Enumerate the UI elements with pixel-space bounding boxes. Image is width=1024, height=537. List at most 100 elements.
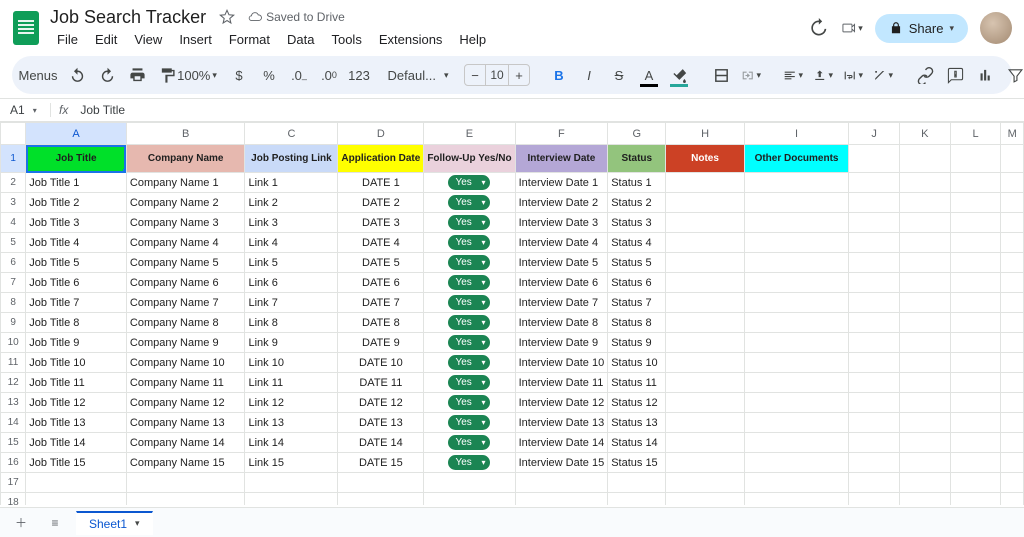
cell-K18[interactable] [899,493,950,506]
header-cell-K[interactable] [899,145,950,173]
column-header-L[interactable]: L [950,123,1001,145]
cell-D4[interactable]: DATE 3 [338,213,424,233]
cell-H18[interactable] [666,493,744,506]
cell-D3[interactable]: DATE 2 [338,193,424,213]
cell-H11[interactable] [666,353,744,373]
cell-K10[interactable] [899,333,950,353]
header-cell-A[interactable]: Job Title [26,145,127,173]
cell-K15[interactable] [899,433,950,453]
header-cell-D[interactable]: Application Date [338,145,424,173]
cell-G4[interactable]: Status 3 [608,213,666,233]
star-icon[interactable] [216,6,238,28]
cell-D15[interactable]: DATE 14 [338,433,424,453]
cell-F11[interactable]: Interview Date 10 [515,353,608,373]
cell-A6[interactable]: Job Title 5 [26,253,127,273]
cell-G10[interactable]: Status 9 [608,333,666,353]
cell-G16[interactable]: Status 15 [608,453,666,473]
row-header-11[interactable]: 11 [1,353,26,373]
cell-J8[interactable] [849,293,899,313]
row-header-12[interactable]: 12 [1,373,26,393]
cell-I7[interactable] [744,273,849,293]
cell-M7[interactable] [1001,273,1024,293]
cell-D9[interactable]: DATE 8 [338,313,424,333]
cell-M2[interactable] [1001,173,1024,193]
cell-H3[interactable] [666,193,744,213]
cell-L14[interactable] [950,413,1001,433]
cell-C4[interactable]: Link 3 [245,213,338,233]
all-sheets-button[interactable]: ≡ [42,512,68,534]
cell-E18[interactable] [424,493,515,506]
header-cell-H[interactable]: Notes [666,145,744,173]
font-family-dropdown[interactable]: Defaul...▾ [388,62,448,88]
cell-C3[interactable]: Link 2 [245,193,338,213]
cell-B17[interactable] [126,473,245,493]
cell-C11[interactable]: Link 10 [245,353,338,373]
cell-L5[interactable] [950,233,1001,253]
cell-B16[interactable]: Company Name 15 [126,453,245,473]
row-header-14[interactable]: 14 [1,413,26,433]
cell-M17[interactable] [1001,473,1024,493]
cell-K6[interactable] [899,253,950,273]
cell-I16[interactable] [744,453,849,473]
cell-B15[interactable]: Company Name 14 [126,433,245,453]
cell-K11[interactable] [899,353,950,373]
cell-C13[interactable]: Link 12 [245,393,338,413]
cell-J10[interactable] [849,333,899,353]
cell-M14[interactable] [1001,413,1024,433]
cell-E10[interactable]: Yes▾ [424,333,515,353]
menu-format[interactable]: Format [222,29,277,50]
cell-J9[interactable] [849,313,899,333]
cell-F16[interactable]: Interview Date 15 [515,453,608,473]
cell-J4[interactable] [849,213,899,233]
borders-button[interactable] [708,62,734,88]
row-header-5[interactable]: 5 [1,233,26,253]
header-cell-F[interactable]: Interview Date [515,145,608,173]
cell-J5[interactable] [849,233,899,253]
name-box[interactable]: A1 ▾ [0,103,50,117]
cell-G15[interactable]: Status 14 [608,433,666,453]
cell-M11[interactable] [1001,353,1024,373]
paint-format-button[interactable] [154,62,180,88]
followup-chip[interactable]: Yes▾ [448,215,490,230]
header-cell-M[interactable] [1001,145,1024,173]
followup-chip[interactable]: Yes▾ [448,255,490,270]
redo-button[interactable] [94,62,120,88]
cell-M10[interactable] [1001,333,1024,353]
cell-I5[interactable] [744,233,849,253]
row-header-8[interactable]: 8 [1,293,26,313]
cell-C6[interactable]: Link 5 [245,253,338,273]
cell-E6[interactable]: Yes▾ [424,253,515,273]
cell-E5[interactable]: Yes▾ [424,233,515,253]
cell-A3[interactable]: Job Title 2 [26,193,127,213]
cell-J13[interactable] [849,393,899,413]
row-header-10[interactable]: 10 [1,333,26,353]
cell-E14[interactable]: Yes▾ [424,413,515,433]
row-header-9[interactable]: 9 [1,313,26,333]
percent-button[interactable]: % [256,62,282,88]
column-header-E[interactable]: E [424,123,515,145]
cell-C5[interactable]: Link 4 [245,233,338,253]
cell-B14[interactable]: Company Name 13 [126,413,245,433]
formula-input[interactable]: Job Title [76,103,1024,117]
cell-M9[interactable] [1001,313,1024,333]
cell-L6[interactable] [950,253,1001,273]
cell-D7[interactable]: DATE 6 [338,273,424,293]
column-header-K[interactable]: K [899,123,950,145]
cell-F7[interactable]: Interview Date 6 [515,273,608,293]
cell-H14[interactable] [666,413,744,433]
add-sheet-button[interactable]: ＋ [8,512,34,534]
cell-K8[interactable] [899,293,950,313]
cell-C10[interactable]: Link 9 [245,333,338,353]
cell-A16[interactable]: Job Title 15 [26,453,127,473]
cell-G7[interactable]: Status 6 [608,273,666,293]
cell-H2[interactable] [666,173,744,193]
menu-data[interactable]: Data [280,29,321,50]
cell-K4[interactable] [899,213,950,233]
cell-J11[interactable] [849,353,899,373]
cell-G11[interactable]: Status 10 [608,353,666,373]
cell-J15[interactable] [849,433,899,453]
cell-D17[interactable] [338,473,424,493]
cell-C7[interactable]: Link 6 [245,273,338,293]
cell-B7[interactable]: Company Name 6 [126,273,245,293]
followup-chip[interactable]: Yes▾ [448,435,490,450]
